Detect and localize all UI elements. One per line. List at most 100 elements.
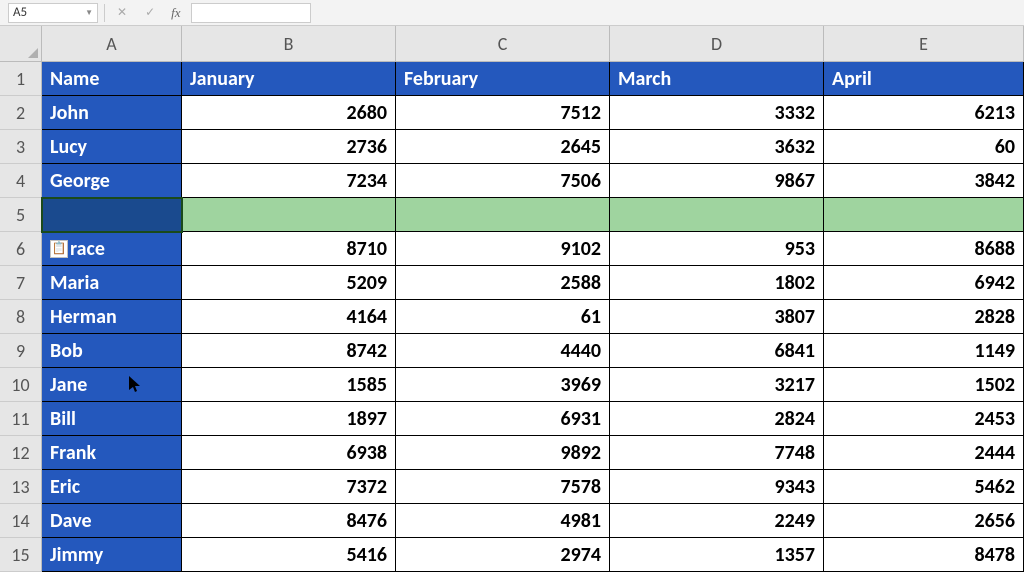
header-cell[interactable]: February	[396, 62, 610, 96]
cell-value[interactable]: 1585	[182, 368, 396, 402]
cell-value[interactable]: 5416	[182, 538, 396, 572]
cell-value[interactable]: 1502	[824, 368, 1024, 402]
row-header-7[interactable]: 7	[0, 266, 42, 300]
cell-value[interactable]: 2736	[182, 130, 396, 164]
cell-value[interactable]: 3332	[610, 96, 824, 130]
formula-input[interactable]	[191, 3, 311, 23]
col-header-C[interactable]: C	[396, 26, 610, 62]
cell-value[interactable]	[396, 198, 610, 232]
cell-value[interactable]: 8742	[182, 334, 396, 368]
cell-value[interactable]: 9867	[610, 164, 824, 198]
col-header-D[interactable]: D	[610, 26, 824, 62]
row-header-11[interactable]: 11	[0, 402, 42, 436]
cell-value[interactable]	[824, 198, 1024, 232]
cell-value[interactable]: 3969	[396, 368, 610, 402]
cell-value[interactable]: 5209	[182, 266, 396, 300]
cell-value[interactable]: 1149	[824, 334, 1024, 368]
cell-name[interactable]: Bob	[42, 334, 182, 368]
cell-value[interactable]	[182, 198, 396, 232]
chevron-down-icon[interactable]: ▼	[85, 8, 93, 18]
row-header-12[interactable]: 12	[0, 436, 42, 470]
cell-value[interactable]: 6931	[396, 402, 610, 436]
cell-value[interactable]: 1897	[182, 402, 396, 436]
cell-value[interactable]: 4440	[396, 334, 610, 368]
cell-name[interactable]	[42, 198, 182, 232]
cell-value[interactable]: 2588	[396, 266, 610, 300]
confirm-icon[interactable]: ✓	[139, 5, 161, 20]
cell-value[interactable]: 5462	[824, 470, 1024, 504]
cell-value[interactable]: 8688	[824, 232, 1024, 266]
header-cell[interactable]: April	[824, 62, 1024, 96]
cell-value[interactable]: 9892	[396, 436, 610, 470]
cell-value[interactable]: 7372	[182, 470, 396, 504]
insert-options-icon[interactable]	[50, 240, 68, 258]
cell-name[interactable]: Eric	[42, 470, 182, 504]
row-header-9[interactable]: 9	[0, 334, 42, 368]
cell-value[interactable]: 6938	[182, 436, 396, 470]
cell-value[interactable]: 9343	[610, 470, 824, 504]
cell-value[interactable]: 6841	[610, 334, 824, 368]
cell-value[interactable]: 8476	[182, 504, 396, 538]
cell-value[interactable]: 3807	[610, 300, 824, 334]
cell-name[interactable]: Jane	[42, 368, 182, 402]
cell-name[interactable]: Lucy	[42, 130, 182, 164]
col-header-A[interactable]: A	[42, 26, 182, 62]
cell-name[interactable]: Dave	[42, 504, 182, 538]
name-box[interactable]: A5 ▼	[8, 3, 98, 23]
row-header-13[interactable]: 13	[0, 470, 42, 504]
cell-value[interactable]: 3217	[610, 368, 824, 402]
row-header-8[interactable]: 8	[0, 300, 42, 334]
row-header-6[interactable]: 6	[0, 232, 42, 266]
fx-icon[interactable]: fx	[167, 5, 184, 21]
cell-value[interactable]: 7506	[396, 164, 610, 198]
row-header-3[interactable]: 3	[0, 130, 42, 164]
cell-value[interactable]: 2828	[824, 300, 1024, 334]
cell-value[interactable]: 7234	[182, 164, 396, 198]
cell-value[interactable]: 4164	[182, 300, 396, 334]
cell-value[interactable]: 6942	[824, 266, 1024, 300]
cell-value[interactable]: 4981	[396, 504, 610, 538]
row-header-10[interactable]: 10	[0, 368, 42, 402]
cell-value[interactable]: 8710	[182, 232, 396, 266]
cell-name[interactable]: Maria	[42, 266, 182, 300]
cell-name[interactable]: George	[42, 164, 182, 198]
col-header-E[interactable]: E	[824, 26, 1024, 62]
cell-value[interactable]: 3842	[824, 164, 1024, 198]
cell-name[interactable]: Frank	[42, 436, 182, 470]
cell-name[interactable]: Herman	[42, 300, 182, 334]
col-header-B[interactable]: B	[182, 26, 396, 62]
cell-value[interactable]: 6213	[824, 96, 1024, 130]
cell-value[interactable]: 2453	[824, 402, 1024, 436]
cell-value[interactable]: 2645	[396, 130, 610, 164]
select-all-corner[interactable]	[0, 26, 42, 62]
cell-value[interactable]: 1802	[610, 266, 824, 300]
cancel-icon[interactable]: ✕	[111, 5, 133, 20]
row-header-14[interactable]: 14	[0, 504, 42, 538]
cell-value[interactable]: 9102	[396, 232, 610, 266]
cell-value[interactable]: 2824	[610, 402, 824, 436]
cell-value[interactable]: 1357	[610, 538, 824, 572]
cell-name[interactable]: John	[42, 96, 182, 130]
header-cell[interactable]: January	[182, 62, 396, 96]
cell-value[interactable]: 2680	[182, 96, 396, 130]
row-header-1[interactable]: 1	[0, 62, 42, 96]
header-cell[interactable]: March	[610, 62, 824, 96]
cell-value[interactable]: 60	[824, 130, 1024, 164]
cell-value[interactable]: 7748	[610, 436, 824, 470]
cell-value[interactable]: 7578	[396, 470, 610, 504]
cell-value[interactable]: 61	[396, 300, 610, 334]
cell-value[interactable]: 3632	[610, 130, 824, 164]
row-header-4[interactable]: 4	[0, 164, 42, 198]
cell-value[interactable]: 2656	[824, 504, 1024, 538]
cell-name[interactable]: race	[42, 232, 182, 266]
row-header-5[interactable]: 5	[0, 198, 42, 232]
row-header-2[interactable]: 2	[0, 96, 42, 130]
cell-value[interactable]: 7512	[396, 96, 610, 130]
cell-name[interactable]: Bill	[42, 402, 182, 436]
cell-value[interactable]: 2249	[610, 504, 824, 538]
cell-value[interactable]: 8478	[824, 538, 1024, 572]
row-header-15[interactable]: 15	[0, 538, 42, 572]
cell-value[interactable]: 2444	[824, 436, 1024, 470]
cell-value[interactable]	[610, 198, 824, 232]
cell-value[interactable]: 953	[610, 232, 824, 266]
